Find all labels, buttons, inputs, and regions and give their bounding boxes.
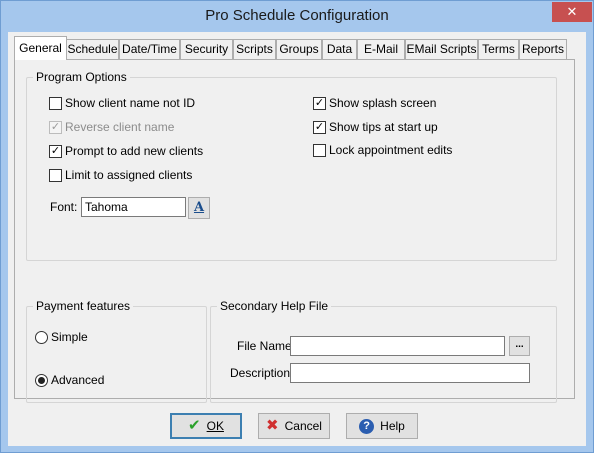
simple-radio[interactable]: Simple bbox=[35, 329, 88, 345]
checkbox-box[interactable]: ✓ bbox=[49, 120, 62, 134]
tab-e-mail[interactable]: E-Mail bbox=[357, 39, 405, 59]
radio-circle[interactable] bbox=[35, 373, 48, 387]
tab-data[interactable]: Data bbox=[322, 39, 357, 59]
close-icon[interactable]: ✕ bbox=[552, 2, 592, 22]
prompt-add-clients-checkbox[interactable]: ✓ Prompt to add new clients bbox=[49, 143, 203, 159]
tab-schedule[interactable]: Schedule bbox=[66, 39, 119, 59]
program-options-group: Program Options Show client name not ID … bbox=[26, 70, 557, 261]
secondary-help-file-title: Secondary Help File bbox=[217, 299, 332, 313]
radio-selected-dot bbox=[38, 376, 45, 384]
checkbox-label: Prompt to add new clients bbox=[65, 144, 204, 158]
help-label: Help bbox=[380, 419, 405, 433]
secondary-help-file-group: Secondary Help File File Name: ... Descr… bbox=[210, 299, 557, 403]
title-bar[interactable]: Pro Schedule Configuration ✕ bbox=[1, 1, 593, 32]
checkbox-box[interactable] bbox=[313, 143, 326, 157]
tab-date-time[interactable]: Date/Time bbox=[119, 39, 180, 59]
checkbox-box[interactable]: ✓ bbox=[313, 120, 326, 134]
help-button[interactable]: ? Help bbox=[346, 413, 418, 439]
limit-assigned-clients-checkbox[interactable]: Limit to assigned clients bbox=[49, 167, 192, 183]
browse-button[interactable]: ... bbox=[509, 336, 530, 356]
checkbox-label: Show splash screen bbox=[329, 96, 437, 110]
font-field[interactable]: Tahoma bbox=[81, 197, 186, 217]
tab-email-scripts[interactable]: EMail Scripts bbox=[405, 39, 478, 59]
file-name-label: File Name: bbox=[237, 339, 296, 353]
checkmark-icon: ✓ bbox=[314, 96, 325, 109]
checkmark-icon: ✓ bbox=[50, 120, 61, 133]
ok-label: OK bbox=[206, 419, 224, 433]
checkbox-label: Limit to assigned clients bbox=[65, 168, 193, 182]
lock-appointment-checkbox[interactable]: Lock appointment edits bbox=[313, 142, 452, 158]
show-tips-checkbox[interactable]: ✓ Show tips at start up bbox=[313, 119, 438, 135]
checkbox-label: Reverse client name bbox=[65, 120, 175, 134]
checkbox-label: Show client name not ID bbox=[65, 96, 196, 110]
config-window: Pro Schedule Configuration ✕ General Sch… bbox=[0, 0, 594, 453]
tab-security[interactable]: Security bbox=[180, 39, 233, 59]
tab-groups[interactable]: Groups bbox=[276, 39, 322, 59]
show-splash-checkbox[interactable]: ✓ Show splash screen bbox=[313, 95, 436, 111]
show-client-name-checkbox[interactable]: Show client name not ID bbox=[49, 95, 195, 111]
font-picker-icon: A bbox=[193, 200, 205, 215]
description-label: Description: bbox=[230, 366, 294, 380]
window-title: Pro Schedule Configuration bbox=[205, 7, 389, 24]
tab-scripts[interactable]: Scripts bbox=[233, 39, 276, 59]
ok-button[interactable]: ✔ OK bbox=[170, 413, 242, 439]
help-icon: ? bbox=[359, 418, 375, 434]
check-icon: ✔ bbox=[188, 417, 201, 434]
program-options-title: Program Options bbox=[33, 70, 130, 84]
font-label: Font: bbox=[50, 200, 78, 214]
checkbox-label: Show tips at start up bbox=[329, 120, 438, 134]
checkbox-box[interactable]: ✓ bbox=[313, 96, 326, 110]
cancel-label: Cancel bbox=[284, 419, 322, 433]
tab-reports[interactable]: Reports bbox=[519, 39, 567, 59]
checkmark-icon: ✓ bbox=[314, 120, 325, 133]
reverse-client-name-checkbox[interactable]: ✓ Reverse client name bbox=[49, 119, 174, 135]
cross-icon: ✖ bbox=[266, 417, 279, 434]
checkbox-box[interactable] bbox=[49, 168, 62, 182]
dialog-client: General Schedule Date/Time Security Scri… bbox=[8, 32, 586, 446]
tab-terms[interactable]: Terms bbox=[478, 39, 519, 59]
checkbox-box[interactable]: ✓ bbox=[49, 144, 62, 158]
description-field[interactable] bbox=[290, 363, 530, 383]
radio-label: Advanced bbox=[51, 373, 105, 387]
radio-label: Simple bbox=[51, 330, 88, 344]
checkmark-icon: ✓ bbox=[50, 144, 61, 157]
payment-features-title: Payment features bbox=[33, 299, 134, 313]
tab-general[interactable]: General bbox=[14, 36, 67, 60]
radio-circle[interactable] bbox=[35, 330, 48, 344]
checkbox-box[interactable] bbox=[49, 96, 62, 110]
font-picker-button[interactable]: A bbox=[188, 197, 210, 219]
cancel-button[interactable]: ✖ Cancel bbox=[258, 413, 330, 439]
file-name-field[interactable] bbox=[290, 336, 505, 356]
checkbox-label: Lock appointment edits bbox=[329, 143, 453, 157]
general-tab-panel: Program Options Show client name not ID … bbox=[14, 59, 575, 403]
advanced-radio[interactable]: Advanced bbox=[35, 372, 104, 388]
payment-features-group: Payment features Simple Advanced bbox=[26, 299, 207, 403]
